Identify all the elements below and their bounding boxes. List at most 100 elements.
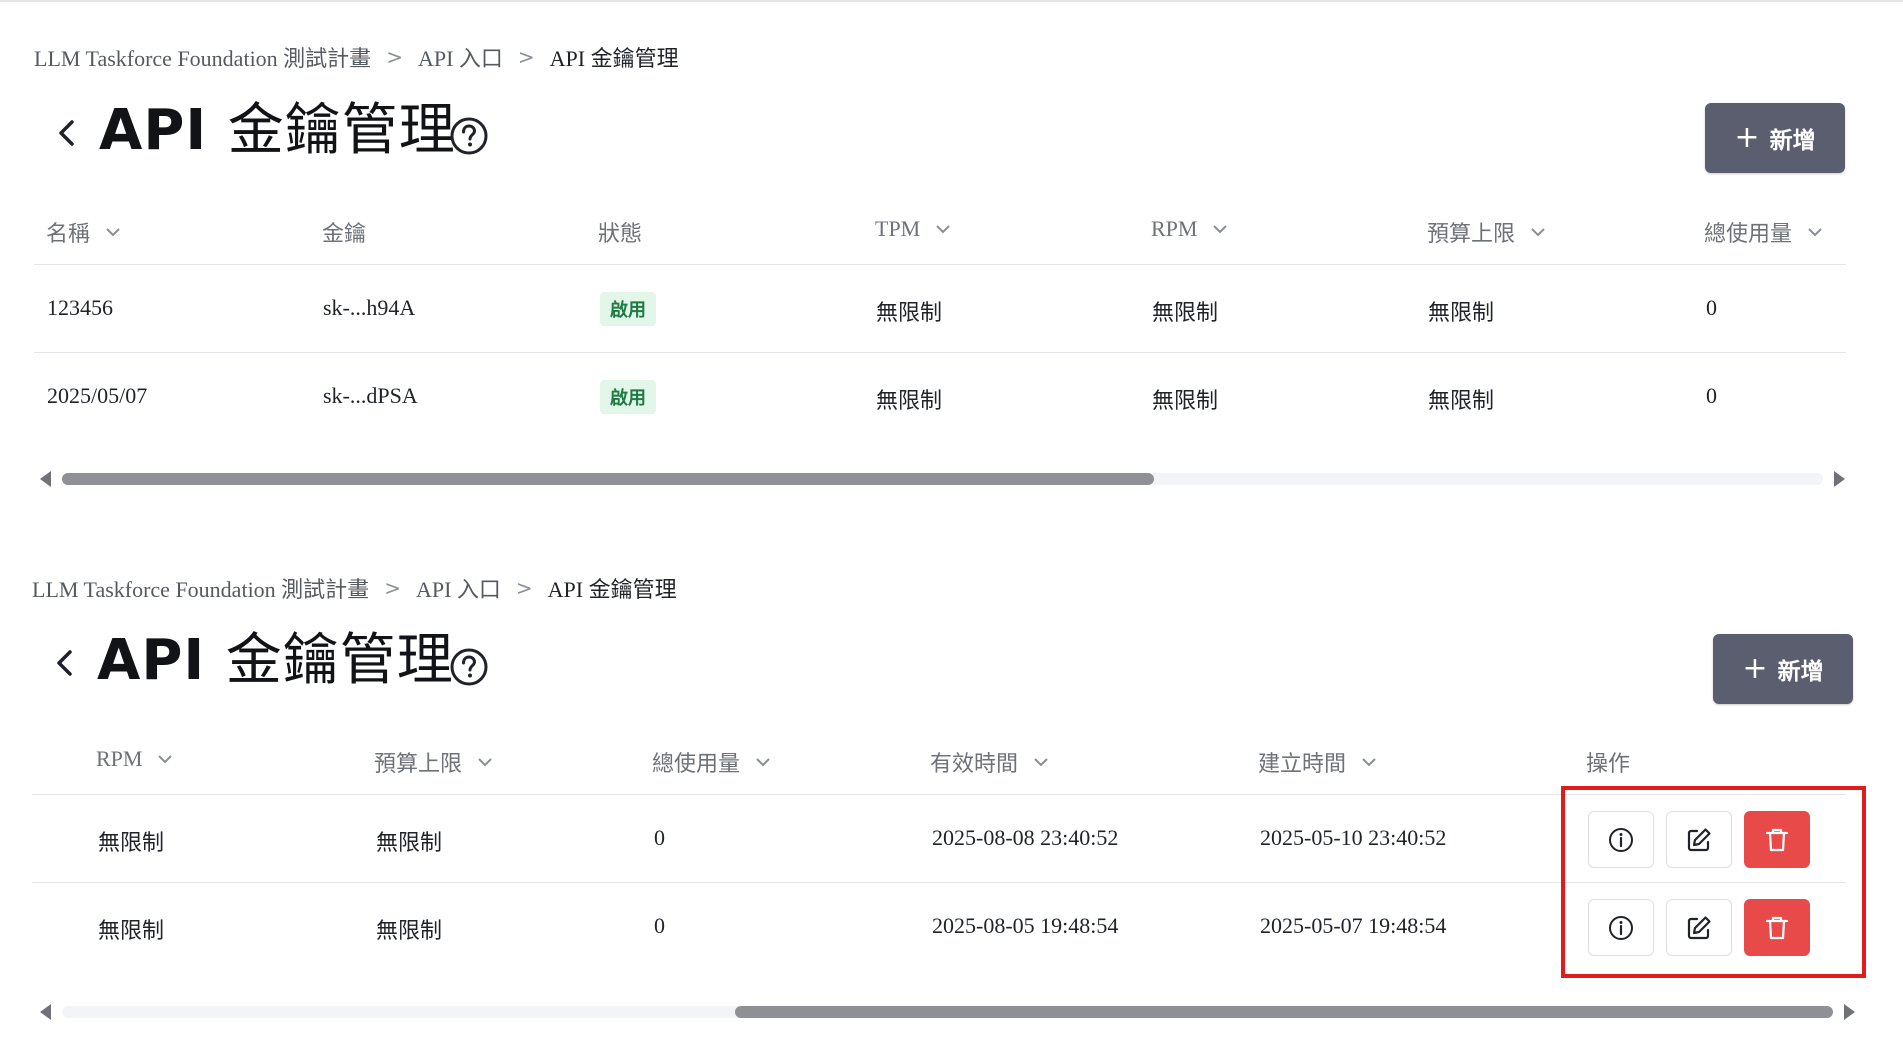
table-header: RPM 預算上限 總使用量 有效時間 建立時間 操作: [32, 726, 1846, 795]
chevron-down-icon: [1808, 228, 1822, 237]
add-button-label: 新增: [1777, 659, 1824, 685]
column-label: 總使用量: [1704, 222, 1793, 247]
breadcrumb-current: API 金鑰管理: [549, 46, 679, 71]
scroll-left-arrow-icon[interactable]: [40, 471, 51, 487]
status-badge: 啟用: [600, 292, 656, 326]
cell-created: 2025-05-07 19:48:54: [1260, 913, 1447, 938]
cell-valid-until: 2025-08-08 23:40:52: [932, 825, 1119, 850]
column-header-rpm[interactable]: RPM: [96, 746, 174, 772]
breadcrumb-separator: >: [386, 45, 403, 69]
cell-valid-until: 2025-08-05 19:48:54: [932, 913, 1119, 938]
chevron-down-icon: [1362, 758, 1376, 767]
cell-usage: 0: [1706, 383, 1717, 408]
column-label: 狀態: [598, 222, 643, 247]
column-label: 操作: [1586, 752, 1631, 777]
breadcrumb-project[interactable]: LLM Taskforce Foundation 測試計畫: [34, 41, 371, 73]
add-button-label: 新增: [1769, 128, 1816, 154]
cell-budget: 無限制: [1428, 389, 1495, 414]
chevron-down-icon: [756, 758, 770, 767]
cell-rpm: 無限制: [98, 831, 165, 856]
breadcrumb-api-portal[interactable]: API 入口: [416, 572, 501, 604]
panel-bottom: LLM Taskforce Foundation 測試計畫 > API 入口 >…: [0, 530, 1903, 1030]
cell-key: sk-...h94A: [323, 295, 416, 320]
cell-created: 2025-05-10 23:40:52: [1260, 825, 1447, 850]
cell-rpm: 無限制: [1152, 389, 1219, 414]
page-title: API 金鑰管理: [99, 98, 456, 164]
help-icon[interactable]: [449, 116, 489, 156]
column-header-budget[interactable]: 預算上限: [1427, 216, 1547, 248]
cell-name: 123456: [47, 295, 113, 320]
column-header-key: 金鑰: [322, 216, 366, 248]
cell-usage: 0: [654, 913, 665, 938]
cell-rpm: 無限制: [1152, 301, 1219, 326]
add-key-button[interactable]: + 新增: [1705, 103, 1845, 173]
cell-budget: 無限制: [376, 919, 443, 944]
chevron-down-icon: [106, 228, 120, 237]
chevron-down-icon: [1034, 758, 1048, 767]
column-label: 金鑰: [322, 222, 367, 247]
breadcrumb-separator: >: [517, 45, 535, 69]
cell-tpm: 無限制: [876, 389, 943, 414]
column-label: 預算上限: [1427, 222, 1516, 247]
column-header-usage[interactable]: 總使用量: [1704, 216, 1824, 248]
plus-icon: +: [1742, 651, 1768, 686]
chevron-down-icon: [1531, 228, 1545, 237]
cell-name: 2025/05/07: [47, 383, 148, 408]
page-title: API 金鑰管理: [97, 628, 454, 694]
cell-tpm: 無限制: [876, 301, 943, 326]
page-title-cjk: 金鑰管理: [227, 98, 456, 163]
scroll-left-arrow-icon[interactable]: [40, 1004, 51, 1020]
breadcrumb: LLM Taskforce Foundation 測試計畫 > API 入口 >…: [32, 572, 677, 604]
cell-rpm: 無限制: [98, 919, 165, 944]
column-label: 名稱: [46, 222, 91, 247]
chevron-down-icon: [936, 225, 950, 234]
column-header-rpm[interactable]: RPM: [1151, 216, 1229, 242]
plus-icon: +: [1734, 120, 1760, 155]
add-key-button[interactable]: + 新增: [1713, 634, 1853, 704]
scrollbar-thumb[interactable]: [735, 1006, 1833, 1018]
back-chevron-icon[interactable]: [55, 116, 79, 150]
status-badge: 啟用: [600, 380, 656, 414]
scroll-right-arrow-icon[interactable]: [1844, 1004, 1855, 1020]
breadcrumb-project[interactable]: LLM Taskforce Foundation 測試計畫: [32, 572, 369, 604]
chevron-down-icon: [1213, 225, 1228, 234]
page-title-latin: API: [97, 628, 206, 693]
column-header-name[interactable]: 名稱: [46, 216, 122, 248]
column-label: 預算上限: [374, 752, 463, 777]
breadcrumb-api-portal[interactable]: API 入口: [418, 41, 503, 73]
api-keys-table: 名稱 金鑰 狀態 TPM RPM 預算上限 總使用量 123456 sk-...…: [34, 196, 1846, 440]
column-header-status: 狀態: [598, 216, 642, 248]
chevron-down-icon: [158, 755, 173, 764]
horizontal-scrollbar[interactable]: [40, 465, 1845, 493]
column-label: 有效時間: [930, 752, 1019, 777]
cell-usage: 0: [654, 825, 665, 850]
column-header-usage[interactable]: 總使用量: [652, 746, 772, 778]
table-row[interactable]: 123456 sk-...h94A 啟用 無限制 無限制 無限制 0: [34, 265, 1846, 353]
help-icon[interactable]: [449, 647, 489, 687]
page-title-cjk: 金鑰管理: [225, 628, 454, 693]
column-header-tpm[interactable]: TPM: [875, 216, 952, 242]
breadcrumb-separator: >: [384, 576, 401, 600]
chevron-down-icon: [478, 758, 492, 767]
back-chevron-icon[interactable]: [53, 646, 77, 680]
breadcrumb-separator: >: [515, 576, 533, 600]
column-label: 總使用量: [652, 752, 741, 777]
table-header: 名稱 金鑰 狀態 TPM RPM 預算上限 總使用量: [34, 196, 1846, 265]
horizontal-scrollbar[interactable]: [40, 998, 1855, 1026]
column-header-created[interactable]: 建立時間: [1258, 746, 1378, 778]
panel-top: LLM Taskforce Foundation 測試計畫 > API 入口 >…: [0, 0, 1903, 500]
column-label: RPM: [1151, 216, 1198, 241]
breadcrumb-current: API 金鑰管理: [547, 577, 677, 602]
table-row[interactable]: 2025/05/07 sk-...dPSA 啟用 無限制 無限制 無限制 0: [34, 353, 1846, 440]
column-label: 建立時間: [1258, 752, 1347, 777]
column-header-valid-until[interactable]: 有效時間: [930, 746, 1050, 778]
column-header-budget[interactable]: 預算上限: [374, 746, 494, 778]
column-header-actions: 操作: [1586, 746, 1630, 778]
scrollbar-thumb[interactable]: [62, 473, 1154, 485]
cell-budget: 無限制: [376, 831, 443, 856]
column-label: RPM: [96, 746, 143, 771]
scroll-right-arrow-icon[interactable]: [1834, 471, 1845, 487]
page-title-latin: API: [99, 98, 208, 163]
cell-key: sk-...dPSA: [323, 383, 418, 408]
breadcrumb: LLM Taskforce Foundation 測試計畫 > API 入口 >…: [34, 41, 679, 73]
